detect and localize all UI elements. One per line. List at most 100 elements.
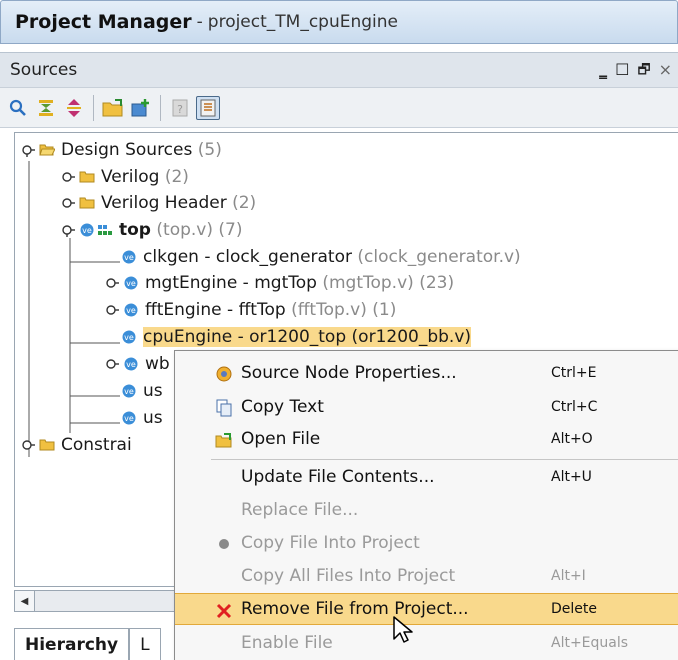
tab-libraries[interactable]: L	[129, 628, 161, 660]
close-icon[interactable]: ×	[659, 59, 672, 81]
menu-item-label: Source Node Properties...	[241, 363, 457, 383]
expanded-toggle-icon[interactable]	[61, 223, 75, 237]
menu-item-shortcut: Ctrl+C	[551, 399, 598, 415]
collapsed-toggle-icon[interactable]	[105, 303, 119, 317]
svg-text:ve: ve	[126, 360, 136, 369]
tree-item-cpuengine[interactable]: ve cpuEngine - or1200_top (or1200_bb.v)	[121, 324, 472, 350]
tree-item-label: cpuEngine - or1200_top	[143, 327, 347, 347]
menu-item-enable-file[interactable]: Enable File Alt+Equals	[175, 627, 678, 659]
svg-text:ve: ve	[124, 333, 134, 342]
tree-item-label: wb	[145, 354, 170, 374]
verilog-file-icon: ve	[80, 223, 94, 237]
menu-item-replace-file[interactable]: Replace File...	[175, 494, 678, 526]
sources-toolbar: ?	[0, 88, 678, 128]
menu-item-copy-text[interactable]: Copy Text Ctrl+C	[175, 391, 678, 423]
svg-text:ve: ve	[124, 387, 134, 396]
tree-item-design-sources[interactable]: Design Sources (5)	[21, 137, 222, 163]
collapsed-toggle-icon[interactable]	[61, 196, 75, 210]
menu-item-label: Remove File from Project...	[241, 599, 469, 619]
tree-item-clkgen[interactable]: ve clkgen - clock_generator (clock_gener…	[121, 244, 521, 270]
project-name: project_TM_cpuEngine	[207, 12, 399, 32]
menu-item-source-node-properties[interactable]: Source Node Properties... Ctrl+E	[175, 357, 678, 389]
svg-text:?: ?	[177, 103, 183, 116]
menu-item-label: Copy All Files Into Project	[241, 566, 456, 586]
svg-text:ve: ve	[126, 279, 136, 288]
search-icon[interactable]	[6, 96, 30, 120]
svg-text:ve: ve	[126, 306, 136, 315]
open-file-icon	[215, 431, 233, 449]
restore-icon[interactable]: 🗗	[637, 59, 650, 81]
tree-item-label: us	[143, 381, 163, 401]
folder-icon	[79, 171, 95, 183]
menu-item-copy-file-into-project[interactable]: Copy File Into Project	[175, 527, 678, 559]
tree-item-constraints[interactable]: Constrai	[21, 432, 132, 458]
tree-item-mgtengine[interactable]: ve mgtEngine - mgtTop (mgtTop.v) (23)	[105, 270, 454, 296]
expanded-toggle-icon[interactable]	[21, 143, 35, 157]
minimize-icon[interactable]: ‗	[599, 59, 607, 81]
tree-item-count: (5)	[197, 140, 222, 160]
folder-icon	[79, 197, 95, 209]
tree-item-label: Design Sources	[61, 140, 193, 160]
verilog-file-icon: ve	[122, 411, 136, 425]
menu-item-label: Open File	[241, 429, 321, 449]
maximize-icon[interactable]: ☐	[615, 59, 629, 81]
tree-item-file: (clock_generator.v)	[357, 247, 521, 267]
menu-item-label: Copy Text	[241, 397, 324, 417]
menu-item-shortcut: Alt+I	[551, 568, 586, 584]
menu-item-open-file[interactable]: Open File Alt+O	[175, 423, 678, 455]
tree-item-label: clkgen - clock_generator	[143, 247, 352, 267]
tree-item-label: Constrai	[61, 435, 132, 455]
tree-item-us[interactable]: ve us	[121, 405, 163, 431]
tree-item-label: Verilog Header	[101, 193, 227, 213]
open-folder-icon	[39, 144, 55, 156]
tree-item-verilog-header[interactable]: Verilog Header (2)	[61, 190, 256, 216]
collapsed-toggle-icon[interactable]	[105, 357, 119, 371]
copy-icon	[215, 399, 233, 417]
tree-item-file: (top.v)	[156, 220, 213, 240]
hierarchy-top-icon	[98, 225, 112, 235]
menu-item-update-file-contents[interactable]: Update File Contents... Alt+U	[175, 461, 678, 493]
add-sources-icon[interactable]	[101, 96, 125, 120]
tab-hierarchy[interactable]: Hierarchy	[14, 628, 130, 660]
tree-item-top[interactable]: ve top (top.v) (7)	[61, 217, 242, 243]
verilog-file-icon: ve	[124, 357, 138, 371]
tree-item-file: (mgtTop.v)	[322, 273, 414, 293]
tree-item-count: (7)	[218, 220, 243, 240]
expand-all-icon[interactable]	[62, 96, 86, 120]
tree-item-count: (23)	[419, 273, 455, 293]
menu-item-shortcut: Ctrl+E	[551, 365, 597, 381]
toolbar-separator	[93, 94, 94, 121]
collapsed-toggle-icon[interactable]	[21, 438, 35, 452]
folder-icon	[39, 439, 55, 451]
tree-item-fftengine[interactable]: ve fftEngine - fftTop (fftTop.v) (1)	[105, 297, 396, 323]
tree-item-verilog[interactable]: Verilog (2)	[61, 164, 189, 190]
menu-item-shortcut: Alt+O	[551, 431, 593, 447]
tree-item-wb[interactable]: ve wb	[105, 351, 170, 377]
bullet-icon	[215, 535, 233, 553]
collapsed-toggle-icon[interactable]	[105, 276, 119, 290]
menu-item-copy-all-files[interactable]: Copy All Files Into Project Alt+I	[175, 560, 678, 592]
menu-item-remove-file[interactable]: Remove File from Project... Delete	[175, 593, 678, 625]
show-properties-icon[interactable]	[196, 95, 220, 120]
menu-item-label: Copy File Into Project	[241, 533, 420, 553]
collapse-all-icon[interactable]	[34, 96, 58, 120]
app-title: Project Manager	[15, 11, 192, 33]
tree-item-label: us	[143, 408, 163, 428]
verilog-file-icon: ve	[124, 276, 138, 290]
help-icon[interactable]: ?	[168, 96, 192, 120]
svg-text:ve: ve	[124, 253, 134, 262]
mouse-cursor-icon	[393, 616, 413, 643]
verilog-file-icon: ve	[122, 384, 136, 398]
panel-title: Sources	[10, 60, 78, 80]
tree-item-file: (fftTop.v)	[291, 300, 367, 320]
scroll-left-icon[interactable]: ◀	[15, 591, 35, 611]
menu-item-label: Enable File	[241, 633, 333, 653]
verilog-file-icon: ve	[122, 250, 136, 264]
add-hierarchy-icon[interactable]	[129, 96, 153, 120]
tree-item-label: fftEngine - fftTop	[145, 300, 286, 320]
svg-text:ve: ve	[124, 414, 134, 423]
tree-item-count: (2)	[232, 193, 257, 213]
tree-item-us[interactable]: ve us	[121, 378, 163, 404]
collapsed-toggle-icon[interactable]	[61, 170, 75, 184]
title-separator: -	[196, 12, 203, 32]
